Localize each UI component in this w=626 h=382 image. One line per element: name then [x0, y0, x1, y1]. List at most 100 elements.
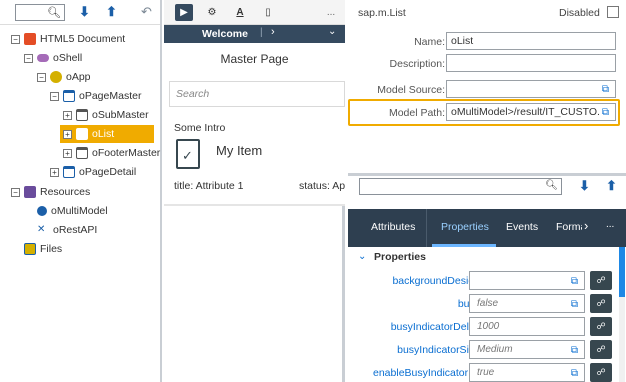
bind-button[interactable]: ☍ — [590, 317, 612, 336]
tree-node-ofootermaster[interactable]: + oFooterMaster — [63, 144, 160, 162]
item-attribute: title: Attribute 1 — [174, 180, 244, 192]
undo-icon[interactable]: ↶ — [141, 4, 152, 20]
tree-node-files[interactable]: Files — [24, 240, 62, 258]
tree-node-omultimodel[interactable]: oMultiModel — [37, 202, 108, 220]
clipboard-check-icon: ✓ — [176, 139, 200, 169]
value-help-icon[interactable]: ⧉ — [571, 365, 578, 382]
collapse-icon[interactable]: − — [50, 91, 59, 101]
bind-button[interactable]: ☍ — [590, 363, 612, 382]
inspector-tabs: Attributes Properties Events Forma › ... — [348, 209, 626, 247]
settings-icon[interactable]: ⚙ — [203, 4, 221, 21]
collapse-icon[interactable]: − — [11, 187, 20, 197]
tree-node-osubmaster[interactable]: + oSubMaster — [63, 106, 149, 124]
description-field[interactable] — [446, 54, 616, 72]
expand-icon[interactable]: + — [50, 167, 59, 177]
expand-icon[interactable]: + — [63, 110, 72, 120]
text-icon[interactable]: A — [231, 4, 249, 21]
chevron-right-icon[interactable]: › — [271, 26, 275, 38]
model-path-label: Model Path: — [388, 107, 445, 119]
api-icon: ✕ — [37, 224, 46, 236]
control-type-label: sap.m.List — [358, 7, 406, 19]
more-options-button[interactable]: ... — [322, 4, 340, 21]
chevron-down-icon[interactable]: ⌄ — [358, 251, 366, 262]
scrollbar[interactable] — [619, 247, 625, 382]
collapse-icon[interactable]: − — [11, 34, 20, 44]
property-label: enableBusyIndicator — [373, 367, 469, 379]
collapse-icon[interactable]: − — [24, 53, 33, 63]
bind-button[interactable]: ☍ — [590, 271, 612, 290]
collapse-icon[interactable]: − — [37, 72, 46, 82]
value-help-icon[interactable]: ⧉ — [571, 342, 578, 359]
value-help-icon[interactable]: ⧉ — [602, 82, 609, 97]
outline-panel: 🔍︎ ⬇︎ ⬆︎ ↶ − HTML5 Document − oShell − oApp… — [0, 0, 162, 382]
property-value-field[interactable]: false ⧉ — [469, 294, 585, 313]
tab-attributes[interactable]: Attributes — [371, 221, 415, 233]
tab-properties[interactable]: Properties — [441, 221, 489, 233]
item-status: status: App — [299, 180, 345, 192]
description-label: Description: — [389, 58, 445, 70]
page-icon — [63, 90, 75, 103]
play-icon[interactable]: ▶ — [175, 4, 193, 21]
property-label: busyIndicatorSize — [397, 344, 480, 356]
tree-node-opagemaster[interactable]: − oPageMaster — [50, 87, 141, 105]
tree-node-resources[interactable]: − Resources — [11, 183, 90, 201]
tree-node-olist[interactable]: + oList — [60, 125, 154, 143]
chevron-double-up-icon[interactable]: ⬆︎ — [106, 4, 117, 20]
model-path-field[interactable]: oMultiModel>/result/IT_CUSTO... ⧉ — [446, 103, 616, 121]
chevron-double-up-icon[interactable]: ⬆︎ — [606, 178, 617, 194]
tree-node-opagedetail[interactable]: + oPageDetail — [50, 163, 136, 181]
outline-search-input[interactable]: 🔍︎ — [15, 4, 65, 21]
chevron-double-down-icon[interactable]: ⬇︎ — [579, 178, 590, 194]
property-value-field[interactable]: ⧉ — [469, 271, 585, 290]
page-icon — [76, 109, 88, 122]
shell-icon — [37, 54, 49, 63]
bind-button[interactable]: ☍ — [590, 340, 612, 359]
list-icon — [76, 128, 88, 141]
properties-panel: sap.m.List Disabled Name: oList Descript… — [348, 0, 626, 382]
chevron-double-down-icon[interactable]: ⬇︎ — [79, 4, 90, 20]
bind-button[interactable]: ☍ — [590, 294, 612, 313]
chevron-right-icon[interactable]: › — [584, 218, 588, 233]
tab-welcome[interactable]: Welcome — [202, 28, 248, 40]
model-source-field[interactable]: ⧉ — [446, 80, 616, 98]
tree-node-oapp[interactable]: − oApp — [37, 68, 91, 86]
model-source-label: Model Source: — [377, 84, 445, 96]
preview-panel: ▶ ⚙ A ▯ ... Welcome | › ⌄ Master Page Se… — [164, 0, 345, 382]
search-input[interactable]: Search — [169, 81, 345, 107]
name-label: Name: — [414, 36, 445, 48]
phone-icon[interactable]: ▯ — [259, 4, 277, 21]
tree-node-html5-document[interactable]: − HTML5 Document — [11, 30, 125, 48]
tree-node-orestapi[interactable]: ✕ oRestAPI — [37, 221, 97, 239]
expand-icon[interactable]: + — [63, 129, 72, 139]
tab-format[interactable]: Forma — [556, 221, 582, 233]
shell-bar: Welcome | › ⌄ — [164, 25, 345, 43]
property-label: busyIndicatorDelay — [390, 321, 480, 333]
tab-events[interactable]: Events — [506, 221, 538, 233]
html5-icon — [24, 33, 36, 46]
tree-node-oshell[interactable]: − oShell — [24, 49, 82, 67]
search-icon[interactable]: 🔍︎ — [545, 180, 558, 191]
name-field[interactable]: oList — [446, 32, 616, 50]
section-title: Properties — [374, 251, 426, 263]
inspector-search-input[interactable]: 🔍︎ — [359, 178, 562, 195]
search-icon[interactable]: 🔍︎ — [47, 6, 61, 19]
property-value-field[interactable]: Medium ⧉ — [469, 340, 585, 359]
chevron-down-icon[interactable]: ⌄ — [328, 26, 336, 37]
disabled-checkbox[interactable] — [607, 6, 619, 18]
value-help-icon[interactable]: ⧉ — [599, 105, 609, 120]
inspector: 🔍︎ ⬇︎ ⬆︎ Attributes Properties Events Fo… — [348, 176, 626, 382]
master-page: Master Page Search Some Intro ✓ My Item … — [164, 43, 345, 206]
expand-icon[interactable]: + — [63, 148, 72, 158]
item-title[interactable]: My Item — [216, 143, 262, 158]
more-options-button[interactable]: ... — [606, 219, 614, 230]
files-icon — [24, 243, 36, 256]
preview-toolbar: ▶ ⚙ A ▯ ... — [164, 0, 345, 25]
intro-text: Some Intro — [174, 122, 226, 134]
property-value-field[interactable]: 1000 — [469, 317, 585, 336]
page-title: Master Page — [220, 52, 289, 66]
value-help-icon[interactable]: ⧉ — [571, 296, 578, 313]
model-icon — [37, 206, 47, 217]
control-details: sap.m.List Disabled Name: oList Descript… — [348, 0, 626, 176]
value-help-icon[interactable]: ⧉ — [571, 273, 578, 290]
property-value-field[interactable]: true ⧉ — [469, 363, 585, 382]
